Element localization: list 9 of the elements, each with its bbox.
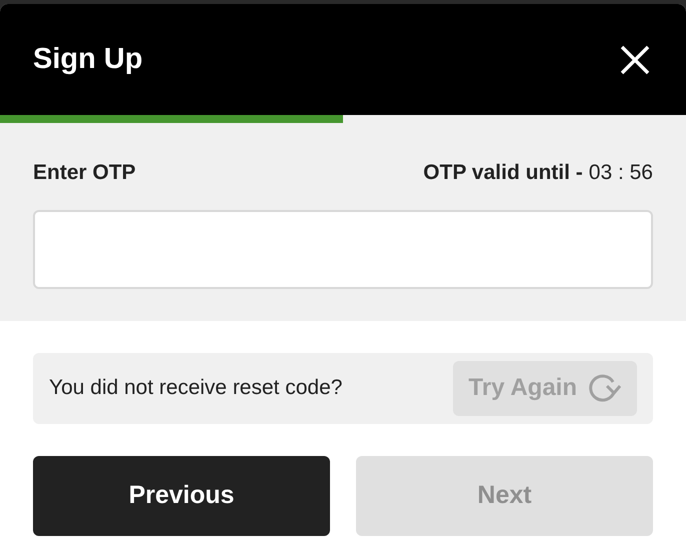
previous-button[interactable]: Previous <box>33 456 330 536</box>
otp-input-field[interactable] <box>33 210 653 288</box>
resend-message: You did not receive reset code? <box>49 375 342 402</box>
close-icon <box>620 44 650 74</box>
dialog-title: Sign Up <box>33 42 143 77</box>
otp-label: Enter OTP <box>33 160 136 186</box>
refresh-icon <box>587 372 621 404</box>
countdown-timer: 03 : 56 <box>588 160 653 186</box>
validity-label: OTP valid until - <box>423 160 583 186</box>
